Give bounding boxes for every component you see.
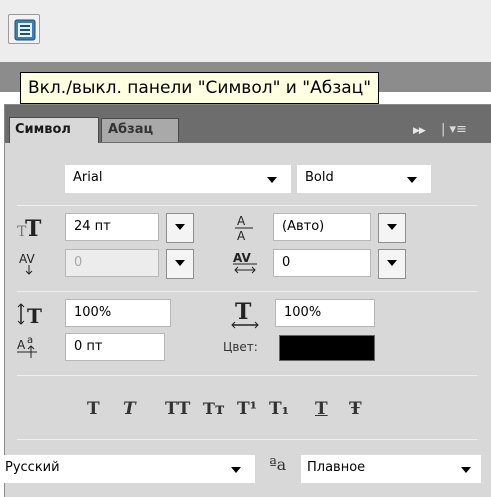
chevron-down-icon (407, 177, 417, 183)
font-family-select[interactable]: Arial (65, 165, 291, 193)
font-style-select[interactable]: Bold (297, 165, 431, 193)
antialias-icon: ªa (269, 455, 287, 474)
all-caps-button[interactable]: ТТ (165, 399, 190, 419)
color-swatch[interactable] (279, 335, 375, 361)
svg-text:A: A (237, 229, 246, 243)
chevron-down-icon (175, 260, 185, 266)
baseline-shift-field[interactable]: 0 пт (65, 333, 165, 361)
faux-bold-button[interactable]: Т (87, 399, 100, 419)
faux-italic-button[interactable]: Т (123, 399, 136, 419)
color-label: Цвет: (223, 340, 258, 354)
leading-dropdown-button[interactable] (378, 213, 406, 243)
strikethrough-button[interactable]: Ŧ (349, 399, 362, 419)
svg-text:AV: AV (233, 251, 251, 265)
font-family-value: Arial (73, 170, 103, 185)
chevron-down-icon (175, 224, 185, 230)
font-size-dropdown-button[interactable] (166, 213, 194, 243)
vertical-scale-field[interactable]: 100% (65, 299, 171, 327)
divider (17, 205, 477, 206)
horizontal-scale-icon: T (229, 299, 261, 329)
baseline-shift-value: 0 пт (74, 339, 103, 354)
leading-value: (Авто) (282, 219, 325, 234)
font-size-select[interactable]: 24 пт (65, 213, 194, 243)
antialias-select[interactable]: Плавное (301, 455, 481, 483)
options-toolbar (0, 0, 491, 62)
divider (17, 439, 477, 440)
font-size-value: 24 пт (74, 219, 111, 234)
leading-select[interactable]: (Авто) (273, 213, 406, 243)
subscript-button[interactable]: Т₁ (269, 399, 289, 419)
chevron-down-icon (231, 467, 241, 473)
svg-text:T: T (27, 304, 42, 327)
tracking-dropdown-button[interactable] (378, 249, 406, 279)
character-paragraph-panel-icon (14, 19, 36, 41)
chevron-down-icon (267, 177, 277, 183)
kerning-value: 0 (74, 255, 83, 270)
chevron-down-icon (387, 224, 397, 230)
tracking-select[interactable]: 0 (273, 249, 406, 279)
kerning-dropdown-button[interactable] (166, 249, 194, 279)
kerning-select[interactable]: 0 (65, 249, 194, 279)
horizontal-scale-value: 100% (284, 305, 322, 320)
kerning-icon: AV (19, 249, 47, 275)
language-select[interactable]: Русский (1, 455, 255, 483)
chevron-down-icon (387, 260, 397, 266)
divider (17, 375, 477, 376)
tab-paragraph[interactable]: Абзац (101, 118, 179, 142)
font-style-value: Bold (305, 170, 334, 185)
svg-text:A: A (237, 214, 246, 228)
vertical-scale-icon: T (17, 301, 47, 328)
tracking-icon: AV (231, 249, 261, 275)
tab-character[interactable]: Символ (9, 117, 99, 143)
chevron-down-icon (461, 467, 471, 473)
underline-button[interactable]: Т (315, 399, 328, 419)
antialias-value: Плавное (307, 460, 366, 475)
tooltip: Вкл./выкл. панели "Символ" и "Абзац" (20, 72, 380, 104)
font-size-icon: TT (17, 216, 47, 242)
baseline-shift-icon: Aa (17, 333, 47, 359)
horizontal-scale-field[interactable]: 100% (275, 299, 375, 327)
toggle-character-paragraph-button[interactable] (8, 14, 40, 44)
svg-text:T: T (25, 216, 42, 240)
divider (17, 291, 477, 292)
panel-menu-icon[interactable]: | ▾≡ (441, 122, 467, 137)
leading-icon: AA (233, 213, 257, 243)
svg-text:T: T (235, 299, 252, 325)
small-caps-button[interactable]: Тт (203, 399, 225, 418)
character-panel: Символ Абзац ▶▶ | ▾≡ Arial Bold TT 24 пт… (1, 104, 491, 497)
tracking-value: 0 (282, 255, 291, 270)
vertical-scale-value: 100% (74, 305, 112, 320)
svg-text:A: A (17, 338, 26, 352)
language-value: Русский (5, 460, 60, 475)
collapse-panel-icon[interactable]: ▶▶ (413, 126, 426, 136)
superscript-button[interactable]: Т¹ (237, 399, 257, 419)
svg-text:AV: AV (19, 252, 35, 266)
svg-text:a: a (27, 335, 33, 346)
